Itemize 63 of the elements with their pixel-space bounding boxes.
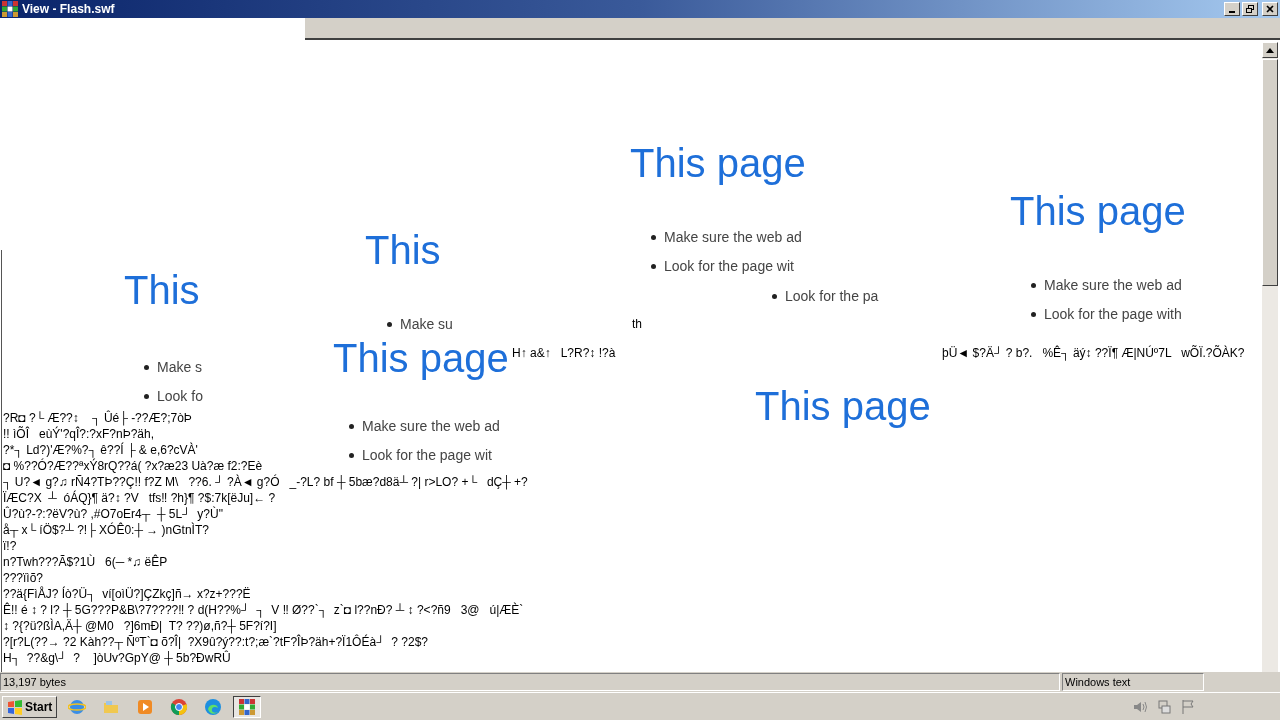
garbled-text-line: ï!? (3, 538, 17, 554)
garbled-text-line: !! ìÕÎ eùÝ'?qÎ?:?xF?nÞ?äh, (3, 426, 155, 442)
list-item: Make su (400, 316, 453, 332)
garbled-text-line: n?Twh???Ã$?1Ù 6(─ *♫ ëÊP (3, 554, 168, 570)
list-item: Make sure the web ad (664, 229, 802, 245)
list-item: Make sure the web ad (362, 418, 500, 434)
list-item: Look for the page wit (664, 258, 794, 274)
view-mode-text: Windows text (1062, 673, 1204, 691)
garbled-text-line: ??ä{FìÅJ? Íò?Ü┐ ví[oìÜ?]ÇZkç]ñ→ x?z+???Ë (3, 586, 251, 602)
list-item: Look for the page with (1044, 306, 1182, 322)
list-item: Look for the page wit (362, 447, 492, 463)
bullet-icon (651, 263, 656, 269)
network-icon[interactable] (1156, 698, 1172, 715)
app-grid-icon[interactable] (233, 695, 262, 718)
restore-button[interactable] (1242, 2, 1258, 16)
bullet-icon (1031, 282, 1036, 288)
list-item: Make sure the web ad (1044, 277, 1182, 293)
minimize-icon (1229, 11, 1235, 13)
garbled-text-line: ?*┐ Ld?)'Æ?%?┐ ê??Í ├ & e,6?cVÀ' (3, 442, 198, 458)
bullet-icon (1031, 311, 1036, 317)
bullet-icon (144, 393, 149, 399)
app-icon (2, 1, 18, 17)
bullet-icon (387, 321, 392, 327)
garbled-text-line: ?[r?L(??→ ?2 Kàh??┬ ÑºT`◘ õ?Î| ?X9û?ý??:t?;æ`?tF?ÎÞ?äh+?Ï1ÔÉà┘ ? ?2$? (3, 634, 428, 650)
page-heading: This page (1010, 189, 1186, 233)
garbled-text-line: ↕ ?{?ü?ßÌA,Ä┼ @M0 ?]6mÐ| T? ??)ø,ñ?┼ 5F?í?I] (3, 618, 277, 634)
flag-icon[interactable] (1180, 698, 1196, 715)
garbled-text-line: Ê!! é ↕ ? l? ┼ 5G???P&B\?7????‼ ? d(H??%┘ ┐ V ‼ Ø??`┐ z`◘ l??nÐ? ┴ ↕ ?<?ñ9 3@ ú|ÆÈ` (3, 602, 524, 618)
garbled-text-line: ÏÆC?X ┴ óÁQ}¶ ä?↕ ?V tfs‼ ?h}¶ ?$:7k[ëJu]← ? (3, 490, 276, 506)
bullet-icon (144, 364, 149, 370)
windows-logo-icon (7, 698, 23, 715)
scroll-thumb[interactable] (1262, 59, 1278, 286)
garbled-text-line: Û?ù?-?:?ëV?ù? ,#O7oEr4┬ ┼ 5L┘ y?Ù" (3, 506, 223, 522)
garbled-text-line: ◘ %??Ó?Æ??ªxÝ8rQ??á( ?x?æ23 Uà?æ f2:?Eè (3, 458, 263, 474)
window-title: View - Flash.swf (22, 2, 115, 16)
list-item: Look for the pa (785, 288, 879, 304)
page-heading: This page (755, 384, 931, 428)
page-heading: This (365, 228, 441, 272)
bullet-icon (651, 234, 656, 240)
close-icon (1265, 4, 1275, 14)
minimize-button[interactable] (1224, 2, 1240, 16)
bullet-icon (349, 423, 354, 429)
garbled-text: H↑ a&↑ L?R?↕ !?à (512, 345, 616, 361)
file-size-text: 13,197 bytes (0, 673, 1060, 691)
garbled-text-line: ???ïìõ? (3, 570, 44, 586)
garbled-text-line: H┐ ??&g\┘ ? ]òUv?GpY@ ┼ 5b?ÐwRÛ (3, 650, 231, 666)
restore-icon (1245, 4, 1255, 14)
close-button[interactable] (1262, 2, 1278, 16)
garbled-text: th (632, 316, 642, 332)
up-arrow-icon (1266, 47, 1274, 53)
garbled-text-line: ┐ U?◄ g?♫ rÑ4?TÞ??Ç!! f?Z M\ ??6. ┘ ?À◄ g?Ó _-?L? bf ┼ 5bæ?d8ä┴ ?| r>LO? +└ dÇ┼ +? (3, 474, 528, 490)
start-button[interactable]: Start (2, 695, 58, 718)
page-heading: This page (630, 141, 806, 185)
garbled-text-line: å┬ x└ íÖ$?┴ ?!├ XÓÊ0:┼ → )nGtnÌT? (3, 522, 209, 538)
garbled-text: þÜ◄ $?Ä┘ ? b?. %Ê┐ äý↕ ??Ï¶ Æ|NÚº7L wÕÏ.?ÕÀK? (942, 345, 1245, 361)
garbled-text-line: ?R◘ ?└ Æ??↕ ┐ Ûé├ -??Æ?;7òÞ (3, 410, 192, 426)
page-heading: This (124, 268, 200, 312)
scroll-up-button[interactable] (1262, 42, 1278, 58)
page-heading: This page (333, 336, 509, 380)
list-item: Look fo (157, 388, 203, 404)
list-item: Make s (157, 359, 203, 375)
bullet-icon (772, 293, 777, 299)
bullet-icon (349, 452, 354, 458)
